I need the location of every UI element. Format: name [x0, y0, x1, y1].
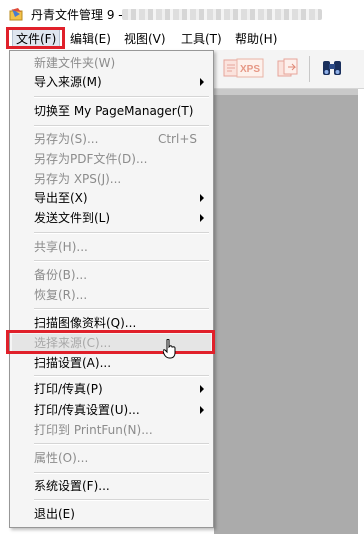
- menu-bar: 文件(F) 编辑(E) 视图(V) 工具(T) 帮助(H): [0, 28, 364, 50]
- xps-icon: XPS: [236, 58, 264, 78]
- menu-tools[interactable]: 工具(T): [181, 30, 222, 48]
- menu-separator: [34, 125, 209, 127]
- submenu-arrow-icon: [200, 406, 204, 414]
- menu-item-share[interactable]: 共享(H)...: [34, 239, 88, 255]
- menu-file[interactable]: 文件(F): [12, 29, 61, 49]
- menu-item-properties[interactable]: 属性(O)...: [34, 450, 88, 466]
- binoculars-icon: [323, 61, 341, 75]
- toolbar-button-xps[interactable]: XPS: [234, 56, 266, 80]
- menu-item-print-fax-settings[interactable]: 打印/传真设置(U)...: [34, 402, 140, 418]
- toolbar: XPS: [214, 50, 364, 89]
- submenu-arrow-icon: [200, 78, 204, 86]
- menu-item-send-to[interactable]: 发送文件到(L): [34, 210, 110, 226]
- toolbar-button-export[interactable]: [274, 56, 302, 80]
- menu-separator: [34, 375, 209, 377]
- menu-item-backup[interactable]: 备份(B)...: [34, 267, 87, 283]
- menu-item-scan-image[interactable]: 扫描图像资料(Q)...: [34, 315, 136, 331]
- window-title: 丹青文件管理 9 -: [31, 8, 123, 22]
- toolbar-button-search[interactable]: [318, 56, 346, 80]
- svg-text:XPS: XPS: [240, 64, 260, 75]
- menu-item-exit[interactable]: 退出(E): [34, 506, 75, 522]
- toolbar-separator: [309, 56, 310, 82]
- shortcut-save-as: Ctrl+S: [157, 132, 197, 146]
- menu-item-switch-pagemanager[interactable]: 切换至 My PageManager(T): [34, 103, 193, 119]
- menu-separator: [34, 260, 209, 262]
- menu-item-import-source[interactable]: 导入来源(M): [34, 74, 102, 90]
- workspace-header: [214, 89, 358, 95]
- menu-item-select-source[interactable]: 选择来源(C)...: [34, 335, 111, 351]
- menu-separator: [34, 472, 209, 474]
- menu-separator: [34, 308, 209, 310]
- mouse-cursor-icon: [163, 339, 176, 359]
- app-icon: [9, 8, 23, 21]
- menu-edit[interactable]: 编辑(E): [70, 30, 111, 48]
- submenu-arrow-icon: [200, 385, 204, 393]
- submenu-arrow-icon: [200, 214, 204, 222]
- export-icon: [277, 58, 298, 77]
- menu-item-new-folder[interactable]: 新建文件夹(W): [34, 55, 115, 71]
- menu-help[interactable]: 帮助(H): [235, 30, 277, 48]
- menu-item-restore[interactable]: 恢复(R)...: [34, 287, 87, 303]
- file-menu-dropdown: 新建文件夹(W) 导入来源(M) 切换至 My PageManager(T) 另…: [9, 50, 214, 528]
- menu-separator: [34, 232, 209, 234]
- menu-item-print-fax[interactable]: 打印/传真(P): [34, 381, 103, 397]
- menu-view[interactable]: 视图(V): [124, 30, 166, 48]
- menu-item-export-to[interactable]: 导出至(X): [34, 190, 88, 206]
- submenu-arrow-icon: [200, 194, 204, 202]
- menu-item-save-as-pdf[interactable]: 另存为PDF文件(D)...: [34, 151, 147, 167]
- menu-separator: [34, 96, 209, 98]
- menu-separator: [34, 443, 209, 445]
- title-bar: 丹青文件管理 9 -: [0, 0, 364, 28]
- menu-item-system-settings[interactable]: 系统设置(F)...: [34, 478, 110, 494]
- menu-item-scan-settings[interactable]: 扫描设置(A)...: [34, 355, 111, 371]
- window-title-blurred: [122, 9, 322, 20]
- menu-item-save-as-xps[interactable]: 另存为 XPS(J)...: [34, 171, 121, 187]
- menu-separator: [34, 499, 209, 501]
- menu-item-print-to-printfun[interactable]: 打印到 PrintFun(N)...: [34, 422, 153, 438]
- window-edge: [358, 89, 364, 534]
- menu-item-save-as[interactable]: 另存为(S)...: [34, 131, 98, 147]
- workspace-pane: [214, 89, 358, 534]
